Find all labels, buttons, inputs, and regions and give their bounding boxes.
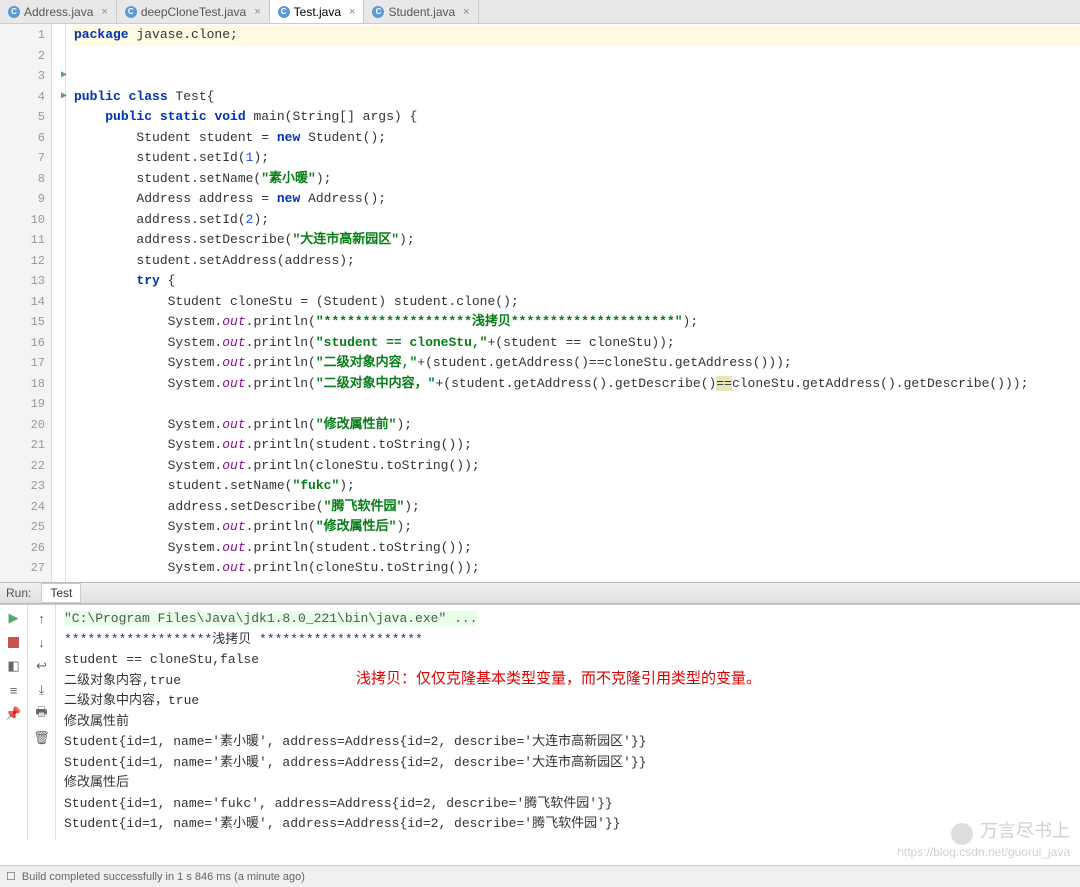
tab-test[interactable]: C Test.java × (270, 0, 365, 23)
console-line: *******************浅拷贝 *****************… (64, 632, 423, 647)
annotation-text: 浅拷贝：仅仅克隆基本类型变量，而不克隆引用类型的变量。 (356, 669, 761, 690)
run-gutter-icon[interactable]: ▶ (61, 87, 67, 108)
tab-label: Address.java (24, 5, 93, 19)
tab-address[interactable]: C Address.java × (0, 0, 117, 23)
console-output[interactable]: "C:\Program Files\Java\jdk1.8.0_221\bin\… (56, 605, 1080, 840)
code-editor[interactable]: 1 2 3▶ 4▶ 5 6 7 8 9 10 11 12 13 14 15 16… (0, 24, 1080, 582)
scroll-icon[interactable]: ⤓ (33, 681, 51, 699)
run-config-name[interactable]: Test (41, 583, 81, 603)
console-line: 修改属性后 (64, 775, 129, 790)
status-icon: ☐ (6, 870, 16, 883)
java-class-icon: C (8, 6, 20, 18)
tab-label: Test.java (294, 5, 341, 19)
console-line: Student{id=1, name='fukc', address=Addre… (64, 796, 613, 811)
up-icon[interactable]: ↑ (33, 609, 51, 627)
console-line: student == cloneStu,false (64, 652, 259, 667)
run-label: Run: (6, 586, 31, 600)
layout-icon[interactable]: ◧ (5, 657, 23, 675)
tab-deepclonetest[interactable]: C deepCloneTest.java × (117, 0, 270, 23)
line-gutter: 1 2 3▶ 4▶ 5 6 7 8 9 10 11 12 13 14 15 16… (0, 24, 52, 582)
close-icon[interactable]: × (349, 6, 355, 18)
trash-icon[interactable]: 🗑 (33, 729, 51, 747)
console-line: 二级对象中内容，true (64, 693, 199, 708)
print-icon[interactable]: 🖶 (33, 705, 51, 723)
code-area[interactable]: package javase.clone; public class Test{… (66, 24, 1080, 582)
command-line: "C:\Program Files\Java\jdk1.8.0_221\bin\… (64, 611, 477, 626)
down-icon[interactable]: ↓ (33, 633, 51, 651)
status-bar: ☐ Build completed successfully in 1 s 84… (0, 865, 1080, 887)
watermark-url: https://blog.csdn.net/guorui_java (897, 845, 1070, 859)
java-class-icon: C (278, 6, 290, 18)
run-panel: ▶ ◧ ≡ 📌 ↑ ↓ ↩ ⤓ 🖶 🗑 "C:\Program Files\Ja… (0, 604, 1080, 840)
java-class-icon: C (372, 6, 384, 18)
run-tool-window-header[interactable]: Run: Test (0, 582, 1080, 604)
tab-label: Student.java (388, 5, 455, 19)
fold-column[interactable] (52, 24, 66, 582)
java-class-icon: C (125, 6, 137, 18)
console-line: Student{id=1, name='素小暖', address=Addres… (64, 734, 646, 749)
close-icon[interactable]: × (463, 6, 469, 18)
run-toolbar-right: ↑ ↓ ↩ ⤓ 🖶 🗑 (28, 605, 56, 840)
soft-wrap-icon[interactable]: ↩ (33, 657, 51, 675)
editor-tabs: C Address.java × C deepCloneTest.java × … (0, 0, 1080, 24)
run-toolbar-left: ▶ ◧ ≡ 📌 (0, 605, 28, 840)
pin-icon[interactable]: 📌 (5, 705, 23, 723)
console-line: Student{id=1, name='素小暖', address=Addres… (64, 816, 620, 831)
close-icon[interactable]: × (254, 6, 260, 18)
console-line: 二级对象内容,true (64, 673, 181, 688)
close-icon[interactable]: × (101, 6, 107, 18)
tab-label: deepCloneTest.java (141, 5, 246, 19)
tab-student[interactable]: C Student.java × (364, 0, 478, 23)
stop-icon[interactable] (5, 633, 23, 651)
filter-icon[interactable]: ≡ (5, 681, 23, 699)
run-gutter-icon[interactable]: ▶ (61, 66, 67, 87)
status-text: Build completed successfully in 1 s 846 … (22, 871, 305, 883)
console-line: 修改属性前 (64, 714, 129, 729)
rerun-icon[interactable]: ▶ (5, 609, 23, 627)
console-line: Student{id=1, name='素小暖', address=Addres… (64, 755, 646, 770)
